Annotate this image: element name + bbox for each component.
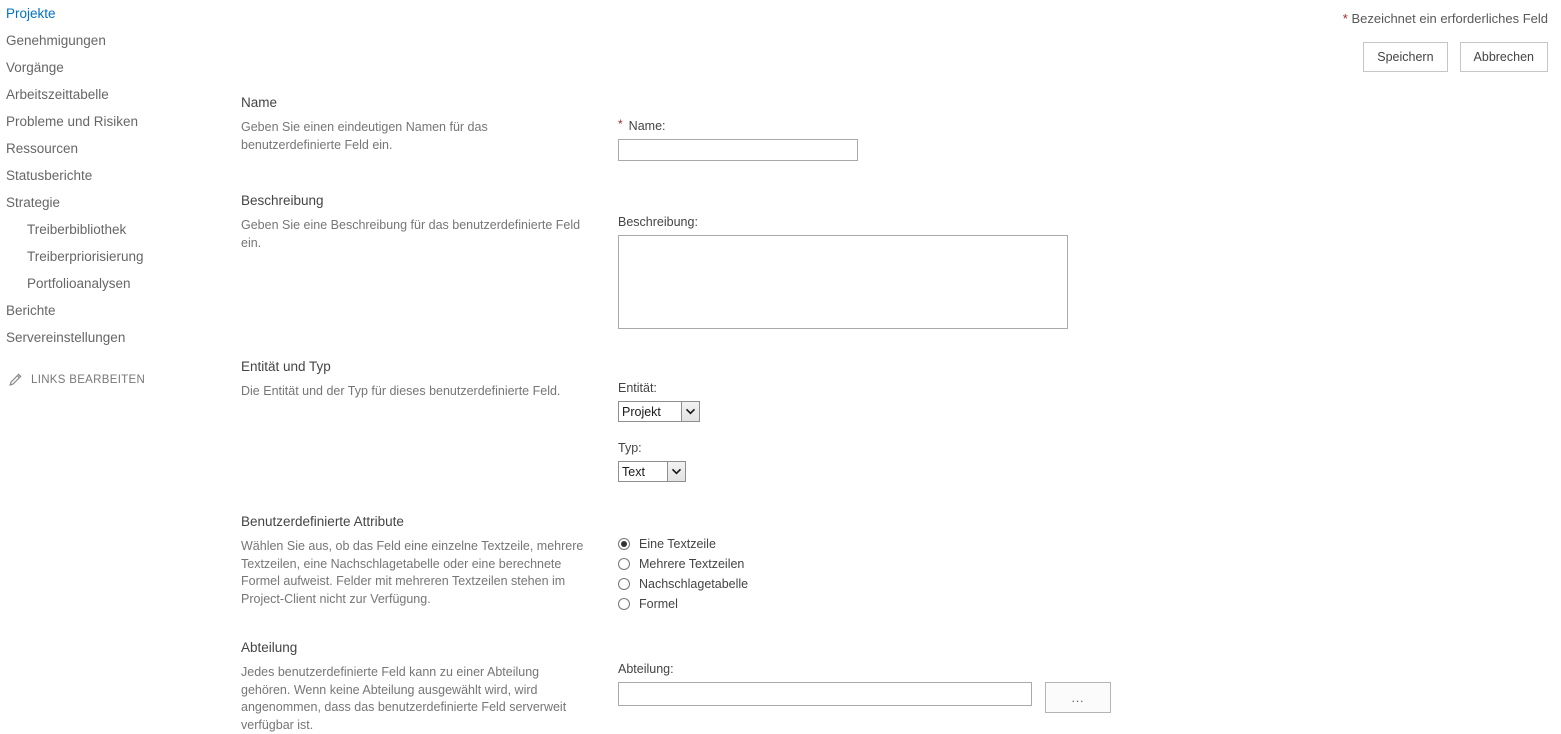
radio-unselected-icon — [618, 578, 630, 590]
sidebar-item-label: Arbeitszeittabelle — [6, 87, 109, 102]
section-title: Entität und Typ — [241, 359, 331, 374]
attribute-radio-group: Eine Textzeile Mehrere Textzeilen Nachsc… — [618, 534, 748, 614]
radio-label: Eine Textzeile — [639, 537, 716, 551]
radio-nachschlagetabelle[interactable]: Nachschlagetabelle — [618, 574, 748, 594]
sidebar-item-label: Treiberpriorisierung — [27, 249, 144, 264]
radio-eine-textzeile[interactable]: Eine Textzeile — [618, 534, 748, 554]
radio-selected-icon — [618, 538, 630, 550]
name-label-text: Name: — [628, 119, 666, 133]
department-field-label: Abteilung: — [618, 662, 674, 676]
section-title: Name — [241, 95, 278, 110]
custom-field-form: Name Geben Sie einen eindeutigen Namen f… — [230, 0, 1561, 732]
section-title: Beschreibung — [241, 193, 324, 208]
sidebar-item-portfolioanalysen[interactable]: Portfolioanalysen — [0, 270, 230, 297]
sidebar-item-label: Berichte — [6, 303, 56, 318]
section-name-description-column: Name Geben Sie einen eindeutigen Namen f… — [241, 95, 586, 154]
section-description-description-column: Beschreibung Geben Sie eine Beschreibung… — [241, 193, 586, 252]
radio-unselected-icon — [618, 598, 630, 610]
section-department-input-column: Abteilung: ... — [618, 662, 1111, 713]
sidebar-item-label: Strategie — [6, 195, 61, 210]
required-asterisk-icon: * — [618, 117, 623, 131]
pencil-icon — [8, 373, 22, 387]
section-description: Geben Sie einen eindeutigen Namen für da… — [241, 120, 488, 152]
radio-unselected-icon — [618, 558, 630, 570]
section-description-text: Geben Sie eine Beschreibung für das benu… — [241, 218, 581, 250]
entity-select[interactable]: Projekt — [618, 401, 700, 422]
sidebar-item-arbeitszeittabelle[interactable]: Arbeitszeittabelle — [0, 81, 230, 108]
name-input[interactable] — [618, 139, 858, 161]
section-department-description-column: Abteilung Jedes benutzerdefinierte Feld … — [241, 640, 586, 734]
section-entity-description-column: Entität und Typ Die Entität und der Typ … — [241, 359, 586, 401]
radio-formel[interactable]: Formel — [618, 594, 748, 614]
sidebar-item-label: Portfolioanalysen — [27, 276, 131, 291]
sidebar-item-probleme-und-risiken[interactable]: Probleme und Risiken — [0, 108, 230, 135]
sidebar-item-label: Genehmigungen — [6, 33, 106, 48]
section-description: Die Entität und der Typ für dieses benut… — [241, 384, 561, 398]
name-field-label: * Name: — [618, 117, 858, 133]
section-name-input-column: * Name: — [618, 117, 858, 161]
type-select[interactable]: Text — [618, 461, 686, 482]
edit-links-label: LINKS BEARBEITEN — [31, 374, 146, 386]
sidebar-item-treiberpriorisierung[interactable]: Treiberpriorisierung — [0, 243, 230, 270]
sidebar-item-label: Treiberbibliothek — [27, 222, 127, 237]
left-navigation-sidebar: Projekte Genehmigungen Vorgänge Arbeitsz… — [0, 0, 230, 709]
sidebar-item-statusberichte[interactable]: Statusberichte — [0, 162, 230, 189]
section-title: Abteilung — [241, 640, 298, 655]
sidebar-item-label: Projekte — [6, 6, 56, 21]
department-input-row: ... — [618, 682, 1111, 713]
description-textarea[interactable] — [618, 235, 1068, 329]
sidebar-item-label: Probleme und Risiken — [6, 114, 139, 129]
radio-label: Nachschlagetabelle — [639, 577, 749, 591]
radio-label: Formel — [639, 597, 678, 611]
description-field-label: Beschreibung: — [618, 215, 698, 229]
chevron-down-icon — [681, 402, 699, 421]
sidebar-item-genehmigungen[interactable]: Genehmigungen — [0, 27, 230, 54]
section-attributes-description-column: Benutzerdefinierte Attribute Wählen Sie … — [241, 514, 586, 608]
chevron-down-icon — [667, 462, 685, 481]
department-browse-button[interactable]: ... — [1045, 682, 1111, 713]
sidebar-item-strategie[interactable]: Strategie — [0, 189, 230, 216]
type-field-label: Typ: — [618, 441, 642, 455]
sidebar-item-projekte[interactable]: Projekte — [0, 0, 230, 27]
sidebar-item-label: Statusberichte — [6, 168, 93, 183]
edit-links-button[interactable]: LINKS BEARBEITEN — [0, 373, 230, 387]
radio-mehrere-textzeilen[interactable]: Mehrere Textzeilen — [618, 554, 748, 574]
section-description: Jedes benutzerdefinierte Feld kann zu ei… — [241, 665, 567, 732]
entity-select-value: Projekt — [622, 404, 661, 419]
entity-field-label: Entität: — [618, 381, 657, 395]
section-title: Benutzerdefinierte Attribute — [241, 514, 404, 529]
radio-label: Mehrere Textzeilen — [639, 557, 745, 571]
department-input[interactable] — [618, 682, 1032, 706]
sidebar-item-vorgaenge[interactable]: Vorgänge — [0, 54, 230, 81]
sidebar-item-label: Vorgänge — [6, 60, 64, 75]
sidebar-item-ressourcen[interactable]: Ressourcen — [0, 135, 230, 162]
sidebar-item-servereinstellungen[interactable]: Servereinstellungen — [0, 324, 230, 351]
sidebar-item-berichte[interactable]: Berichte — [0, 297, 230, 324]
sidebar-item-label: Ressourcen — [6, 141, 79, 156]
type-select-value: Text — [622, 464, 645, 479]
sidebar-item-treiberbibliothek[interactable]: Treiberbibliothek — [0, 216, 230, 243]
section-description: Wählen Sie aus, ob das Feld eine einzeln… — [241, 539, 584, 606]
section-description-input-column: Beschreibung: — [618, 215, 1068, 332]
sidebar-item-label: Servereinstellungen — [6, 330, 126, 345]
section-entity-input-column: Entität: Projekt Typ: Text — [618, 381, 700, 482]
